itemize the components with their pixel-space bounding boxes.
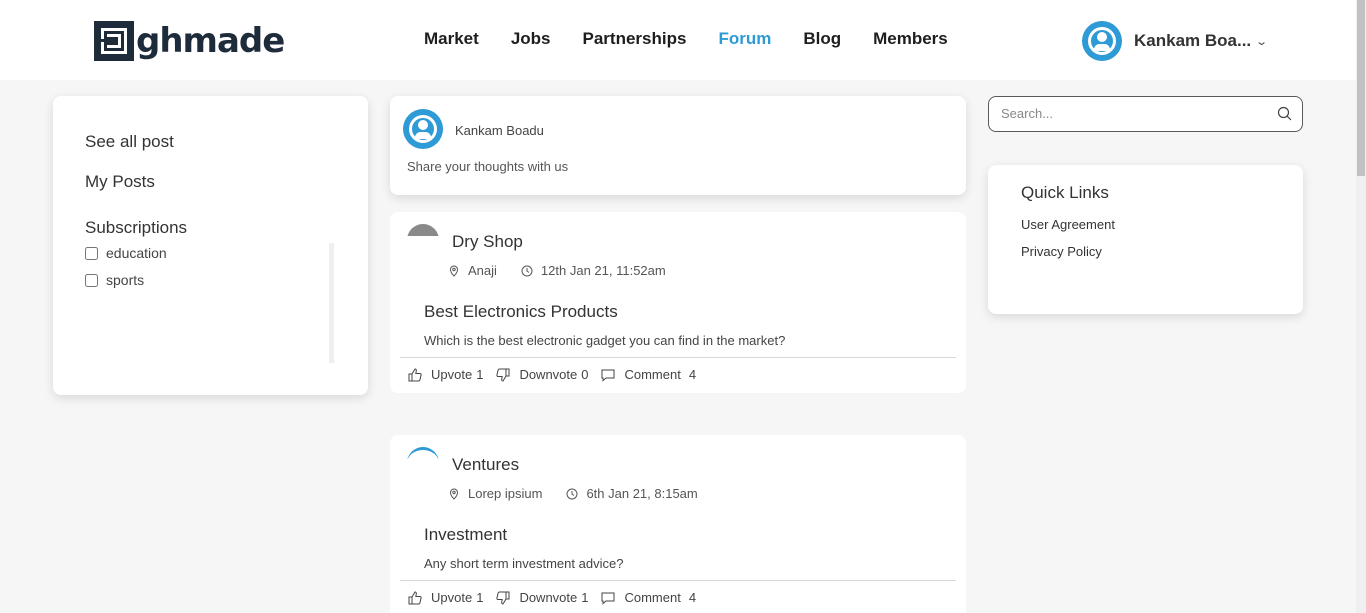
forum-sidebar: See all post My Posts Subscriptions educ…	[53, 96, 368, 395]
user-name: Kankam Boa...	[1134, 31, 1252, 50]
comment-button[interactable]: Comment 4	[601, 367, 696, 382]
thumbs-up-icon	[408, 367, 422, 381]
subscription-checkbox[interactable]	[85, 273, 98, 287]
scrollbar-thumb[interactable]	[1357, 0, 1365, 176]
post-title[interactable]: Investment	[424, 525, 507, 545]
subscription-checkbox[interactable]	[85, 246, 98, 260]
downvote-count: 1	[581, 590, 589, 605]
post-time: 6th Jan 21, 8:15am	[586, 486, 698, 501]
search-input[interactable]	[1001, 106, 1261, 121]
post-location: Lorep ipsium	[468, 486, 543, 501]
subscription-label: sports	[106, 272, 145, 288]
upvote-count: 1	[476, 367, 484, 382]
user-avatar-icon	[403, 109, 443, 149]
upvote-label: Upvote	[431, 367, 473, 382]
subscription-item-sports[interactable]: sports	[85, 272, 144, 288]
quick-links-card: Quick Links User Agreement Privacy Polic…	[988, 165, 1303, 314]
post-author[interactable]: Ventures	[452, 455, 519, 475]
search-box[interactable]	[988, 96, 1303, 132]
author-avatar	[407, 224, 439, 236]
subscription-label: education	[106, 245, 167, 261]
downvote-label: Downvote	[519, 367, 578, 382]
comment-icon	[601, 592, 615, 605]
location-pin-icon	[449, 264, 459, 277]
thumbs-down-icon	[496, 591, 510, 605]
composer-prompt[interactable]: Share your thoughts with us	[407, 159, 568, 174]
my-posts-link[interactable]: My Posts	[85, 172, 155, 192]
main-nav: Market Jobs Partnerships Forum Blog Memb…	[424, 29, 980, 49]
post-body: Any short term investment advice?	[424, 556, 624, 571]
user-agreement-link[interactable]: User Agreement	[1021, 217, 1115, 232]
downvote-button[interactable]: Downvote 0	[496, 367, 588, 382]
nav-item-market[interactable]: Market	[424, 29, 479, 49]
post-time: 12th Jan 21, 11:52am	[540, 263, 666, 278]
post-actions: Upvote 1 Downvote 1 Comment 4	[408, 590, 709, 605]
search-icon[interactable]	[1277, 106, 1292, 121]
thumbs-down-icon	[496, 368, 510, 382]
page-scrollbar[interactable]	[1356, 0, 1366, 613]
user-menu[interactable]: Kankam Boa... ⌄	[1082, 21, 1269, 61]
forum-post: Ventures Lorep ipsium 6th Jan 21, 8:15am…	[390, 435, 966, 613]
thumbs-up-icon	[408, 590, 422, 604]
post-composer[interactable]: Kankam Boadu Share your thoughts with us	[390, 96, 966, 195]
post-divider	[400, 580, 956, 581]
nav-item-blog[interactable]: Blog	[803, 29, 841, 49]
post-meta: Anaji 12th Jan 21, 11:52am	[448, 263, 666, 278]
user-avatar-icon	[1082, 21, 1122, 61]
post-title[interactable]: Best Electronics Products	[424, 302, 618, 322]
comment-label: Comment	[624, 590, 681, 605]
nav-item-forum[interactable]: Forum	[718, 29, 771, 49]
post-divider	[400, 357, 956, 358]
upvote-button[interactable]: Upvote 1	[408, 367, 483, 382]
post-actions: Upvote 1 Downvote 0 Comment 4	[408, 367, 709, 382]
downvote-label: Downvote	[519, 590, 578, 605]
top-header: ghmade Market Jobs Partnerships Forum Bl…	[0, 0, 1356, 80]
subscriptions-scrollbar[interactable]	[329, 243, 334, 363]
comment-count: 4	[688, 590, 697, 605]
comment-label: Comment	[624, 367, 681, 382]
nav-item-members[interactable]: Members	[873, 29, 948, 49]
site-logo[interactable]: ghmade	[94, 20, 285, 61]
post-author[interactable]: Dry Shop	[452, 232, 523, 252]
privacy-policy-link[interactable]: Privacy Policy	[1021, 244, 1102, 259]
comment-button[interactable]: Comment 4	[601, 590, 696, 605]
comment-count: 4	[688, 367, 697, 382]
subscription-item-education[interactable]: education	[85, 245, 167, 261]
subscriptions-heading: Subscriptions	[85, 218, 188, 237]
clock-icon	[566, 488, 578, 499]
clock-icon	[521, 265, 533, 276]
location-pin-icon	[449, 487, 459, 500]
composer-user-name: Kankam Boadu	[455, 123, 544, 138]
nav-item-jobs[interactable]: Jobs	[511, 29, 551, 49]
post-meta: Lorep ipsium 6th Jan 21, 8:15am	[448, 486, 698, 501]
downvote-button[interactable]: Downvote 1	[496, 590, 588, 605]
comment-icon	[601, 369, 615, 382]
author-avatar	[407, 447, 439, 459]
see-all-posts-link[interactable]: See all post	[85, 132, 174, 152]
logo-text: ghmade	[136, 20, 285, 61]
post-body: Which is the best electronic gadget you …	[424, 333, 786, 348]
downvote-count: 0	[581, 367, 589, 382]
quick-links-title: Quick Links	[1021, 183, 1109, 202]
chevron-down-icon: ⌄	[1255, 35, 1269, 48]
forum-post: Dry Shop Anaji 12th Jan 21, 11:52am Best…	[390, 212, 966, 393]
post-location: Anaji	[468, 263, 497, 278]
upvote-count: 1	[476, 590, 484, 605]
nav-item-partnerships[interactable]: Partnerships	[583, 29, 687, 49]
upvote-button[interactable]: Upvote 1	[408, 590, 483, 605]
maze-logo-icon	[94, 20, 134, 61]
upvote-label: Upvote	[431, 590, 473, 605]
